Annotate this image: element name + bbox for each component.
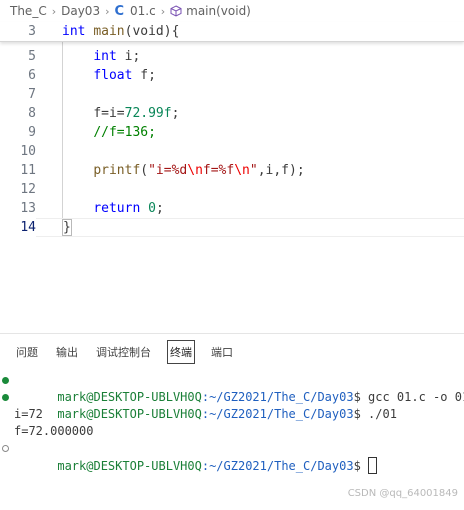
command-success-icon[interactable] (2, 394, 9, 401)
sticky-scroll-line[interactable]: 3 int main(void){ (0, 22, 464, 42)
tab-terminal[interactable]: 终端 (167, 340, 195, 364)
code-line[interactable]: 14} (0, 218, 464, 237)
code-text: //f=136; (93, 125, 156, 140)
terminal-line: mark@DESKTOP-UBLVH0Q:~/GZ2021/The_C/Day0… (0, 389, 464, 421)
code-line[interactable]: 7 (0, 85, 464, 104)
code-text: float f; (93, 68, 156, 83)
prompt-path: :~/GZ2021/The_C/Day03 (201, 459, 354, 473)
symbol-method-icon (170, 5, 182, 17)
code-text: int main(void){ (62, 24, 180, 39)
tab-problems[interactable]: 问题 (14, 340, 40, 364)
breadcrumb-file[interactable]: 01.c (130, 4, 156, 18)
breadcrumb: The_C › Day03 › C 01.c › main(void) (0, 0, 464, 22)
line-number: 8 (28, 106, 36, 121)
breadcrumb-symbol[interactable]: main(void) (186, 4, 251, 18)
prompt-user: mark@DESKTOP-UBLVH0Q (57, 459, 202, 473)
code-text: } (62, 219, 72, 236)
panel-tabs: 问题 输出 调试控制台 终端 端口 (0, 334, 464, 370)
code-text: f=i=72.99f; (93, 106, 180, 121)
terminal[interactable]: mark@DESKTOP-UBLVH0Q:~/GZ2021/The_C/Day0… (0, 372, 464, 474)
line-number: 11 (20, 163, 36, 178)
code-line[interactable]: 5 int i; (0, 47, 464, 66)
chevron-right-icon: › (51, 4, 57, 18)
code-text: int i; (93, 49, 141, 64)
line-number: 14 (20, 220, 36, 235)
code-line[interactable]: 10 (0, 142, 464, 161)
code-line[interactable]: 12 (0, 180, 464, 199)
code-text: printf("i=%d\nf=%f\n",i,f); (93, 163, 305, 178)
code-text: return 0; (93, 201, 164, 216)
watermark: CSDN @qq_64001849 (347, 488, 458, 499)
code-line[interactable]: 13 return 0; (0, 199, 464, 218)
c-file-icon: C (114, 3, 125, 19)
code-line[interactable]: 8 f=i=72.99f; (0, 104, 464, 123)
code-line[interactable]: 6 float f; (0, 66, 464, 85)
line-number: 3 (28, 24, 36, 39)
code-line[interactable]: 9 //f=136; (0, 123, 464, 142)
line-number: 5 (28, 49, 36, 64)
terminal-cursor (368, 457, 378, 474)
line-number: 7 (28, 87, 36, 102)
line-number: 13 (20, 201, 36, 216)
line-number: 6 (28, 68, 36, 83)
code-editor[interactable]: 3 int main(void){ 5 int i; 6 float f; 7 8 f… (0, 22, 464, 240)
chevron-right-icon: › (105, 4, 110, 18)
tab-debug-console[interactable]: 调试控制台 (94, 340, 153, 364)
breadcrumb-folder-the-c[interactable]: The_C (10, 4, 47, 18)
code-line[interactable]: 11 printf("i=%d\nf=%f\n",i,f); (0, 161, 464, 180)
chevron-right-icon: › (160, 4, 166, 18)
tab-output[interactable]: 输出 (54, 340, 80, 364)
line-number: 10 (20, 144, 36, 159)
terminal-output: i=72 (14, 407, 43, 421)
line-number: 12 (20, 182, 36, 197)
terminal-line: mark@DESKTOP-UBLVH0Q:~/GZ2021/The_C/Day0… (0, 372, 464, 404)
breadcrumb-folder-day03[interactable]: Day03 (61, 4, 100, 18)
prompt-symbol: $ (353, 459, 369, 473)
line-number: 9 (28, 125, 36, 140)
command-pending-icon[interactable] (2, 445, 9, 452)
tab-ports[interactable]: 端口 (209, 340, 235, 364)
terminal-line: mark@DESKTOP-UBLVH0Q:~/GZ2021/The_C/Day0… (0, 440, 464, 474)
command-success-icon[interactable] (2, 377, 9, 384)
terminal-output: f=72.000000 (14, 424, 94, 438)
bottom-panel: 问题 输出 调试控制台 终端 端口 mark@DESKTOP-UBLVH0Q:~… (0, 333, 464, 510)
